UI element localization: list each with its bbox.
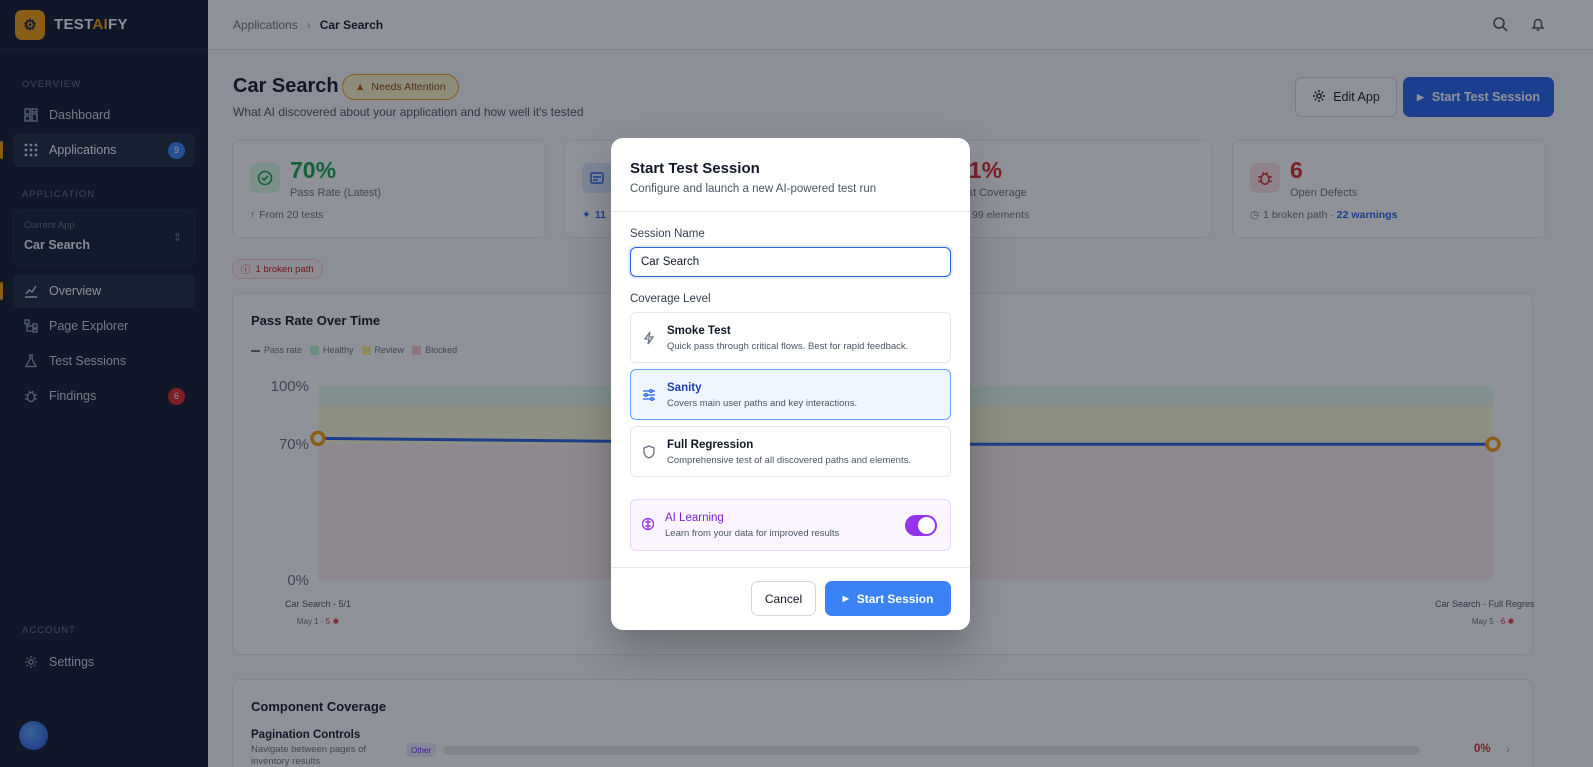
ai-learning-toggle[interactable] (905, 515, 937, 536)
coverage-level-label: Coverage Level (630, 293, 711, 305)
modal-footer-divider (611, 567, 970, 568)
option-desc: Comprehensive test of all discovered pat… (667, 455, 911, 466)
start-session-modal: Start Test Session Configure and launch … (611, 138, 970, 630)
sliders-icon (641, 387, 657, 403)
session-name-input[interactable] (630, 247, 951, 277)
ai-learning-title: AI Learning (665, 512, 724, 524)
ai-learning-desc: Learn from your data for improved result… (665, 528, 840, 539)
option-desc: Covers main user paths and key interacti… (667, 398, 858, 409)
option-title: Sanity (667, 382, 702, 394)
modal-subtitle: Configure and launch a new AI-powered te… (630, 183, 877, 195)
modal-title: Start Test Session (630, 160, 760, 177)
toggle-knob (918, 517, 935, 534)
modal-divider (611, 211, 970, 212)
start-session-label: Start Session (856, 591, 934, 606)
play-icon: ▶ (842, 594, 849, 603)
ai-learning-row: AI Learning Learn from your data for imp… (630, 499, 951, 551)
option-title: Full Regression (667, 439, 754, 451)
coverage-option-smoke-test[interactable]: Smoke Test Quick pass through critical f… (630, 312, 951, 363)
brain-icon (641, 517, 657, 533)
option-title: Smoke Test (667, 325, 731, 337)
cancel-button[interactable]: Cancel (751, 581, 816, 616)
session-name-label: Session Name (630, 228, 705, 240)
shield-icon (641, 444, 657, 460)
option-desc: Quick pass through critical flows. Best … (667, 341, 909, 352)
app-root: ⚙ TESTAIFY OVERVIEW Dashboard Applicatio… (0, 0, 1593, 767)
coverage-option-full-regression[interactable]: Full Regression Comprehensive test of al… (630, 426, 951, 477)
coverage-option-sanity[interactable]: Sanity Covers main user paths and key in… (630, 369, 951, 420)
start-session-button[interactable]: ▶ Start Session (825, 581, 951, 616)
lightning-icon (641, 330, 657, 346)
